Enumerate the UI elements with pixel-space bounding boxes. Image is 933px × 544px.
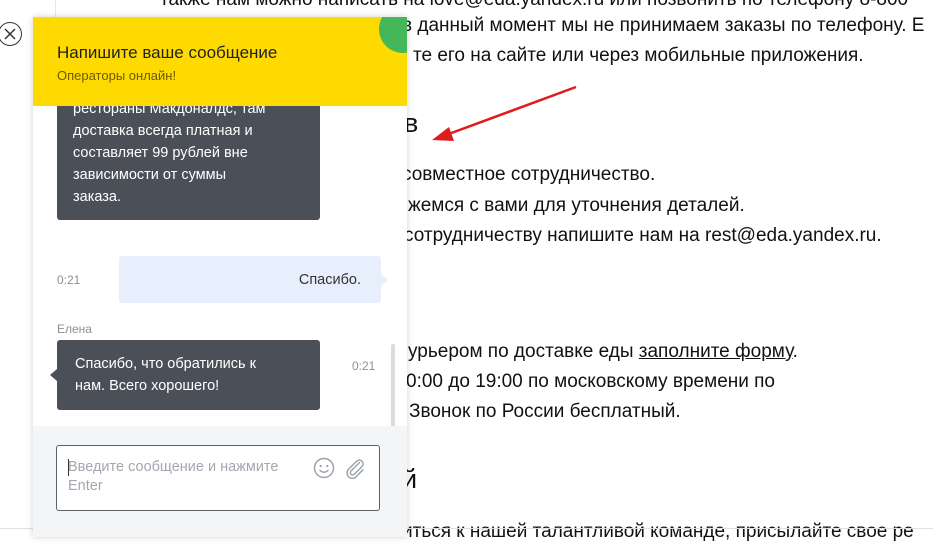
message-input-box[interactable] (56, 445, 380, 511)
attach-icon (346, 459, 364, 479)
user-message: Спасибо. (119, 256, 381, 303)
operator-message: рестораны Макдоналдс, там доставка всегд… (57, 106, 320, 220)
message-line: заказа. (73, 189, 122, 205)
message-time: 0:21 (57, 273, 81, 287)
message-line: Спасибо, что обратились к (75, 356, 256, 372)
operator-name: Елена (57, 322, 92, 336)
operator-bubble-tail (50, 369, 57, 381)
message-line: зависимости от суммы (73, 167, 227, 183)
chat-title: Напишите ваше сообщение (57, 43, 278, 62)
emoji-button[interactable] (313, 457, 335, 479)
text-cursor (68, 459, 69, 476)
message-scrollbar[interactable] (391, 344, 395, 426)
message-line: нам. Всего хорошего! (75, 378, 220, 394)
message-time: 0:21 (352, 359, 376, 373)
input-area (33, 426, 407, 537)
message-list[interactable]: рестораны Макдоналдс, там доставка всегд… (33, 106, 407, 426)
message-input[interactable] (68, 458, 308, 502)
operator-message: Спасибо, что обратились к нам. Всего хор… (57, 340, 320, 410)
attach-button[interactable] (344, 457, 366, 479)
message-line: составляет 99 рублей вне (73, 145, 248, 161)
chat-header: Напишите ваше сообщение Операторы онлайн… (33, 17, 407, 106)
online-indicator (379, 17, 407, 53)
user-message-text: Спасибо. (298, 272, 361, 288)
user-bubble-tail (381, 274, 388, 286)
emoji-icon (313, 457, 335, 479)
chat-widget: Напишите ваше сообщение Операторы онлайн… (33, 17, 407, 537)
message-line: доставка всегда платная и (73, 123, 253, 139)
message-line: рестораны Макдоналдс, там (73, 106, 266, 117)
operators-status: Операторы онлайн! (57, 68, 177, 83)
close-icon (4, 28, 16, 40)
